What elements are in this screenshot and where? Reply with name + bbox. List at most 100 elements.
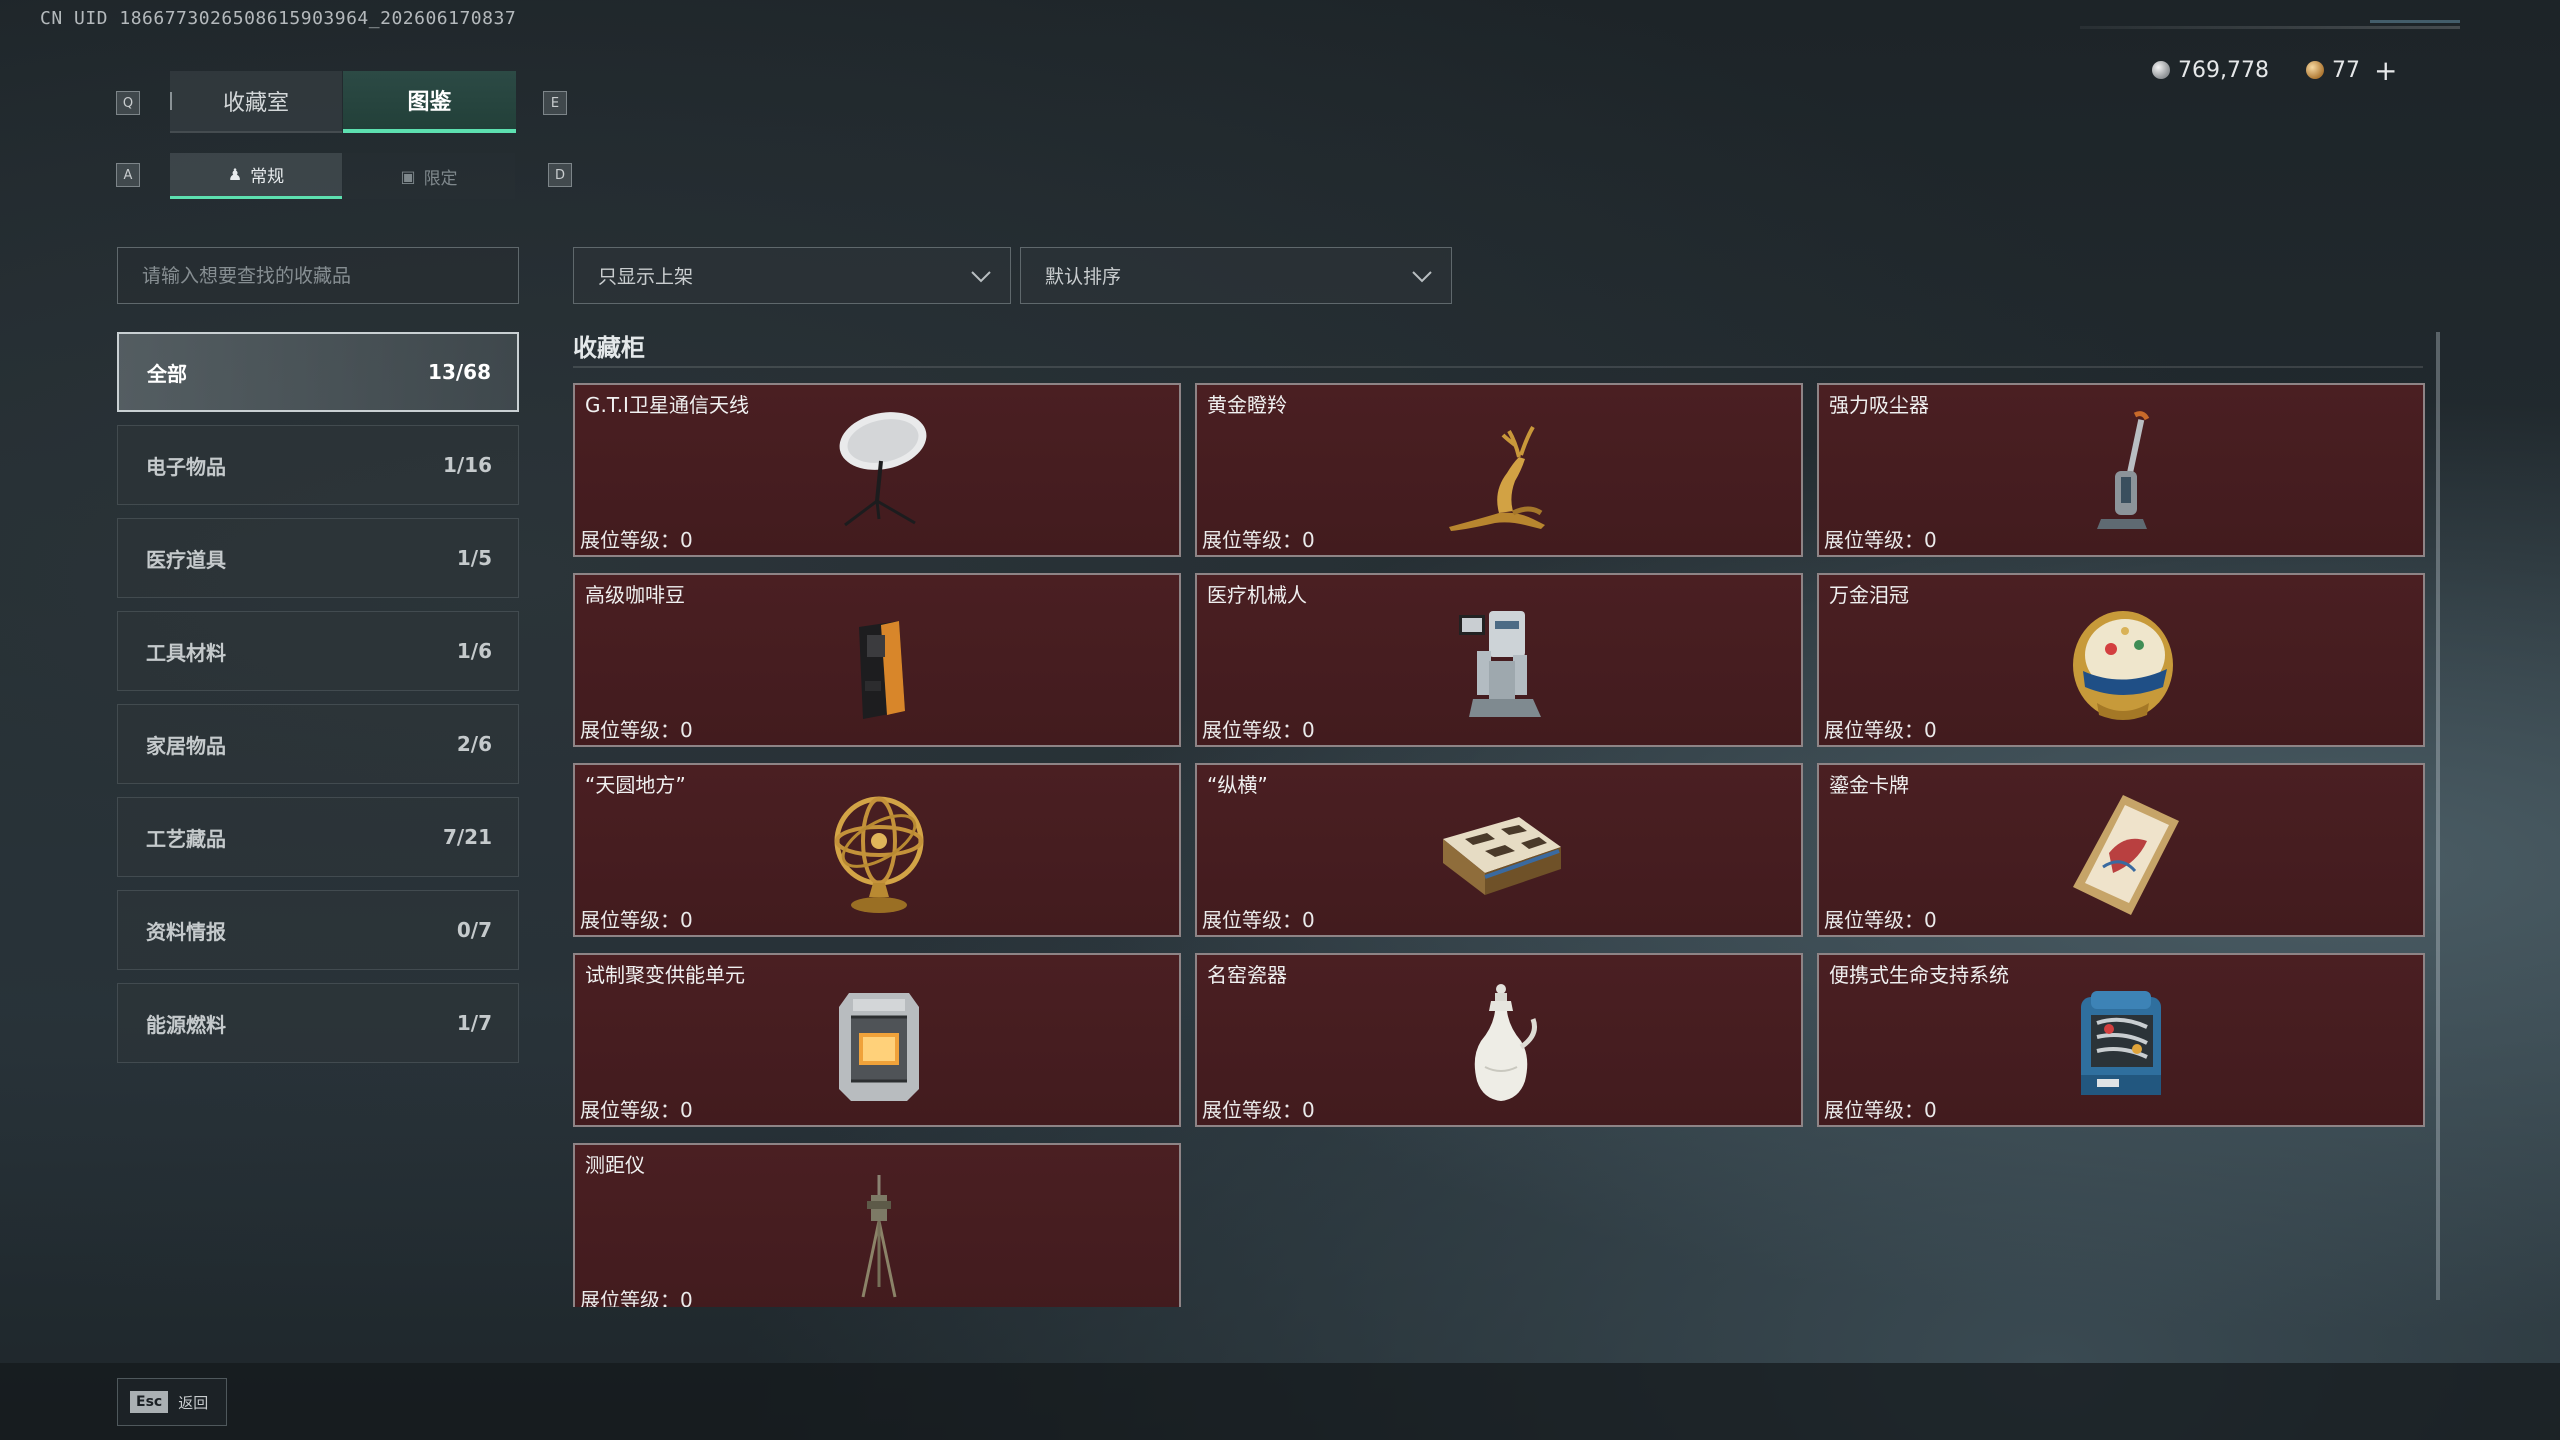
key-hint-e: E [543, 91, 567, 115]
coffee-bag-icon [859, 621, 905, 719]
collection-card[interactable]: 强力吸尘器 展位等级：0 [1817, 383, 2425, 557]
search-input[interactable] [140, 263, 504, 288]
item-name: G.T.I卫星通信天线 [585, 393, 749, 417]
chevron-down-icon [1412, 270, 1432, 282]
item-name: 名窑瓷器 [1207, 963, 1287, 987]
item-level: 展位等级：0 [1824, 718, 1937, 742]
item-level: 展位等级：0 [580, 528, 693, 552]
item-name: 强力吸尘器 [1829, 393, 1929, 417]
tab-separator [170, 92, 172, 110]
category-count: 1/7 [456, 1011, 492, 1035]
category-label: 工具材料 [146, 640, 226, 665]
item-name: 鎏金卡牌 [1829, 773, 1909, 797]
add-currency-button[interactable]: + [2374, 54, 2397, 87]
item-level: 展位等级：0 [580, 1288, 693, 1307]
satellite-dish-icon [839, 412, 927, 527]
collection-card[interactable]: 鎏金卡牌 展位等级：0 [1817, 763, 2425, 937]
shelf-filter-dropdown[interactable]: 只显示上架 [573, 247, 1011, 304]
subtab-regular-label: 常规 [250, 167, 285, 187]
collection-card[interactable]: 试制聚变供能单元 展位等级：0 [573, 953, 1181, 1127]
collection-card[interactable]: 名窑瓷器 展位等级：0 [1195, 953, 1803, 1127]
top-decor-line [2080, 26, 2460, 29]
item-name: 医疗机械人 [1207, 583, 1307, 607]
key-hint-q: Q [116, 91, 140, 115]
bottom-bar [0, 1363, 2560, 1440]
item-name: 测距仪 [585, 1153, 645, 1177]
vacuum-cleaner-icon [2097, 411, 2150, 529]
subtab-limited[interactable]: ▣ 限定 [343, 153, 515, 199]
sort-dropdown[interactable]: 默认排序 [1020, 247, 1452, 304]
collection-grid: G.T.I卫星通信天线 展位等级：0 黄金瞪羚 展位等级：0 强力吸尘器 展位等… [573, 383, 2425, 1307]
collection-card[interactable]: 便携式生命支持系统 展位等级：0 [1817, 953, 2425, 1127]
silver-currency: 769,778 [2152, 54, 2269, 86]
collection-card[interactable]: 高级咖啡豆 展位等级：0 [573, 573, 1181, 747]
jeweled-egg-icon [2073, 611, 2173, 720]
tab-collection-room[interactable]: 收藏室 [170, 71, 342, 133]
collection-card[interactable]: 黄金瞪羚 展位等级：0 [1195, 383, 1803, 557]
category-intel[interactable]: 资料情报 0/7 [117, 890, 519, 970]
category-all[interactable]: 全部 13/68 [117, 332, 519, 412]
esc-key-icon: Esc [130, 1391, 169, 1413]
item-name: 高级咖啡豆 [585, 583, 685, 607]
collection-card[interactable]: 测距仪 展位等级：0 [573, 1143, 1181, 1307]
category-energy[interactable]: 能源燃料 1/7 [117, 983, 519, 1063]
category-medical[interactable]: 医疗道具 1/5 [117, 518, 519, 598]
category-household[interactable]: 家居物品 2/6 [117, 704, 519, 784]
gold-coin-icon [2306, 61, 2324, 79]
category-label: 全部 [147, 361, 187, 386]
tab-codex[interactable]: 图鉴 [343, 71, 516, 133]
item-level: 展位等级：0 [1202, 718, 1315, 742]
category-count: 7/21 [442, 825, 492, 849]
category-count: 13/68 [428, 360, 491, 384]
category-count: 1/16 [442, 453, 492, 477]
rangefinder-tripod-icon [861, 1175, 897, 1298]
category-label: 电子物品 [146, 454, 226, 479]
collection-card[interactable]: 万金泪冠 展位等级：0 [1817, 573, 2425, 747]
item-name: 万金泪冠 [1829, 583, 1909, 607]
category-electronics[interactable]: 电子物品 1/16 [117, 425, 519, 505]
section-divider [573, 366, 2423, 368]
category-label: 家居物品 [146, 733, 226, 758]
collection-card[interactable]: 医疗机械人 展位等级：0 [1195, 573, 1803, 747]
item-level: 展位等级：0 [1824, 1098, 1937, 1122]
category-crafts[interactable]: 工艺藏品 7/21 [117, 797, 519, 877]
medical-robot-icon [1459, 611, 1541, 717]
search-box[interactable] [117, 247, 519, 304]
shelf-filter-value: 只显示上架 [598, 266, 694, 288]
category-label: 医疗道具 [146, 547, 226, 572]
item-name: “纵横” [1207, 773, 1268, 797]
player-uid: CN UID 1866773026508615903964_2026061708… [40, 8, 517, 29]
item-level: 展位等级：0 [580, 1098, 693, 1122]
armillary-sphere-icon [834, 796, 924, 913]
section-title: 收藏柜 [573, 334, 645, 362]
fusion-unit-icon [839, 993, 919, 1101]
item-name: 便携式生命支持系统 [1829, 963, 2009, 987]
sort-value: 默认排序 [1045, 266, 1122, 288]
category-label: 工艺藏品 [146, 826, 226, 851]
life-support-icon [2081, 991, 2161, 1095]
item-level: 展位等级：0 [1202, 528, 1315, 552]
item-level: 展位等级：0 [580, 908, 693, 932]
category-tools[interactable]: 工具材料 1/6 [117, 611, 519, 691]
item-level: 展位等级：0 [1824, 908, 1937, 932]
back-button[interactable]: Esc 返回 [117, 1378, 227, 1426]
gold-amount: 77 [2332, 57, 2360, 83]
item-level: 展位等级：0 [1202, 908, 1315, 932]
back-label: 返回 [178, 1393, 209, 1412]
silver-amount: 769,778 [2178, 57, 2269, 83]
category-count: 1/6 [456, 639, 492, 663]
collection-card[interactable]: “纵横” 展位等级：0 [1195, 763, 1803, 937]
collection-card[interactable]: “天圆地方” 展位等级：0 [573, 763, 1181, 937]
person-icon: ♟ [227, 165, 243, 184]
subtab-regular[interactable]: ♟ 常规 [170, 153, 342, 199]
gold-currency: 77 + [2306, 54, 2397, 87]
subtab-limited-label: 限定 [423, 168, 458, 189]
collection-card[interactable]: G.T.I卫星通信天线 展位等级：0 [573, 383, 1181, 557]
item-name: 试制聚变供能单元 [585, 963, 745, 987]
category-count: 2/6 [456, 732, 492, 756]
golden-gazelle-icon [1449, 425, 1545, 531]
chevron-down-icon [971, 270, 991, 282]
item-level: 展位等级：0 [1202, 1098, 1315, 1122]
category-count: 0/7 [456, 918, 492, 942]
grid-scrollbar[interactable] [2436, 332, 2440, 1300]
